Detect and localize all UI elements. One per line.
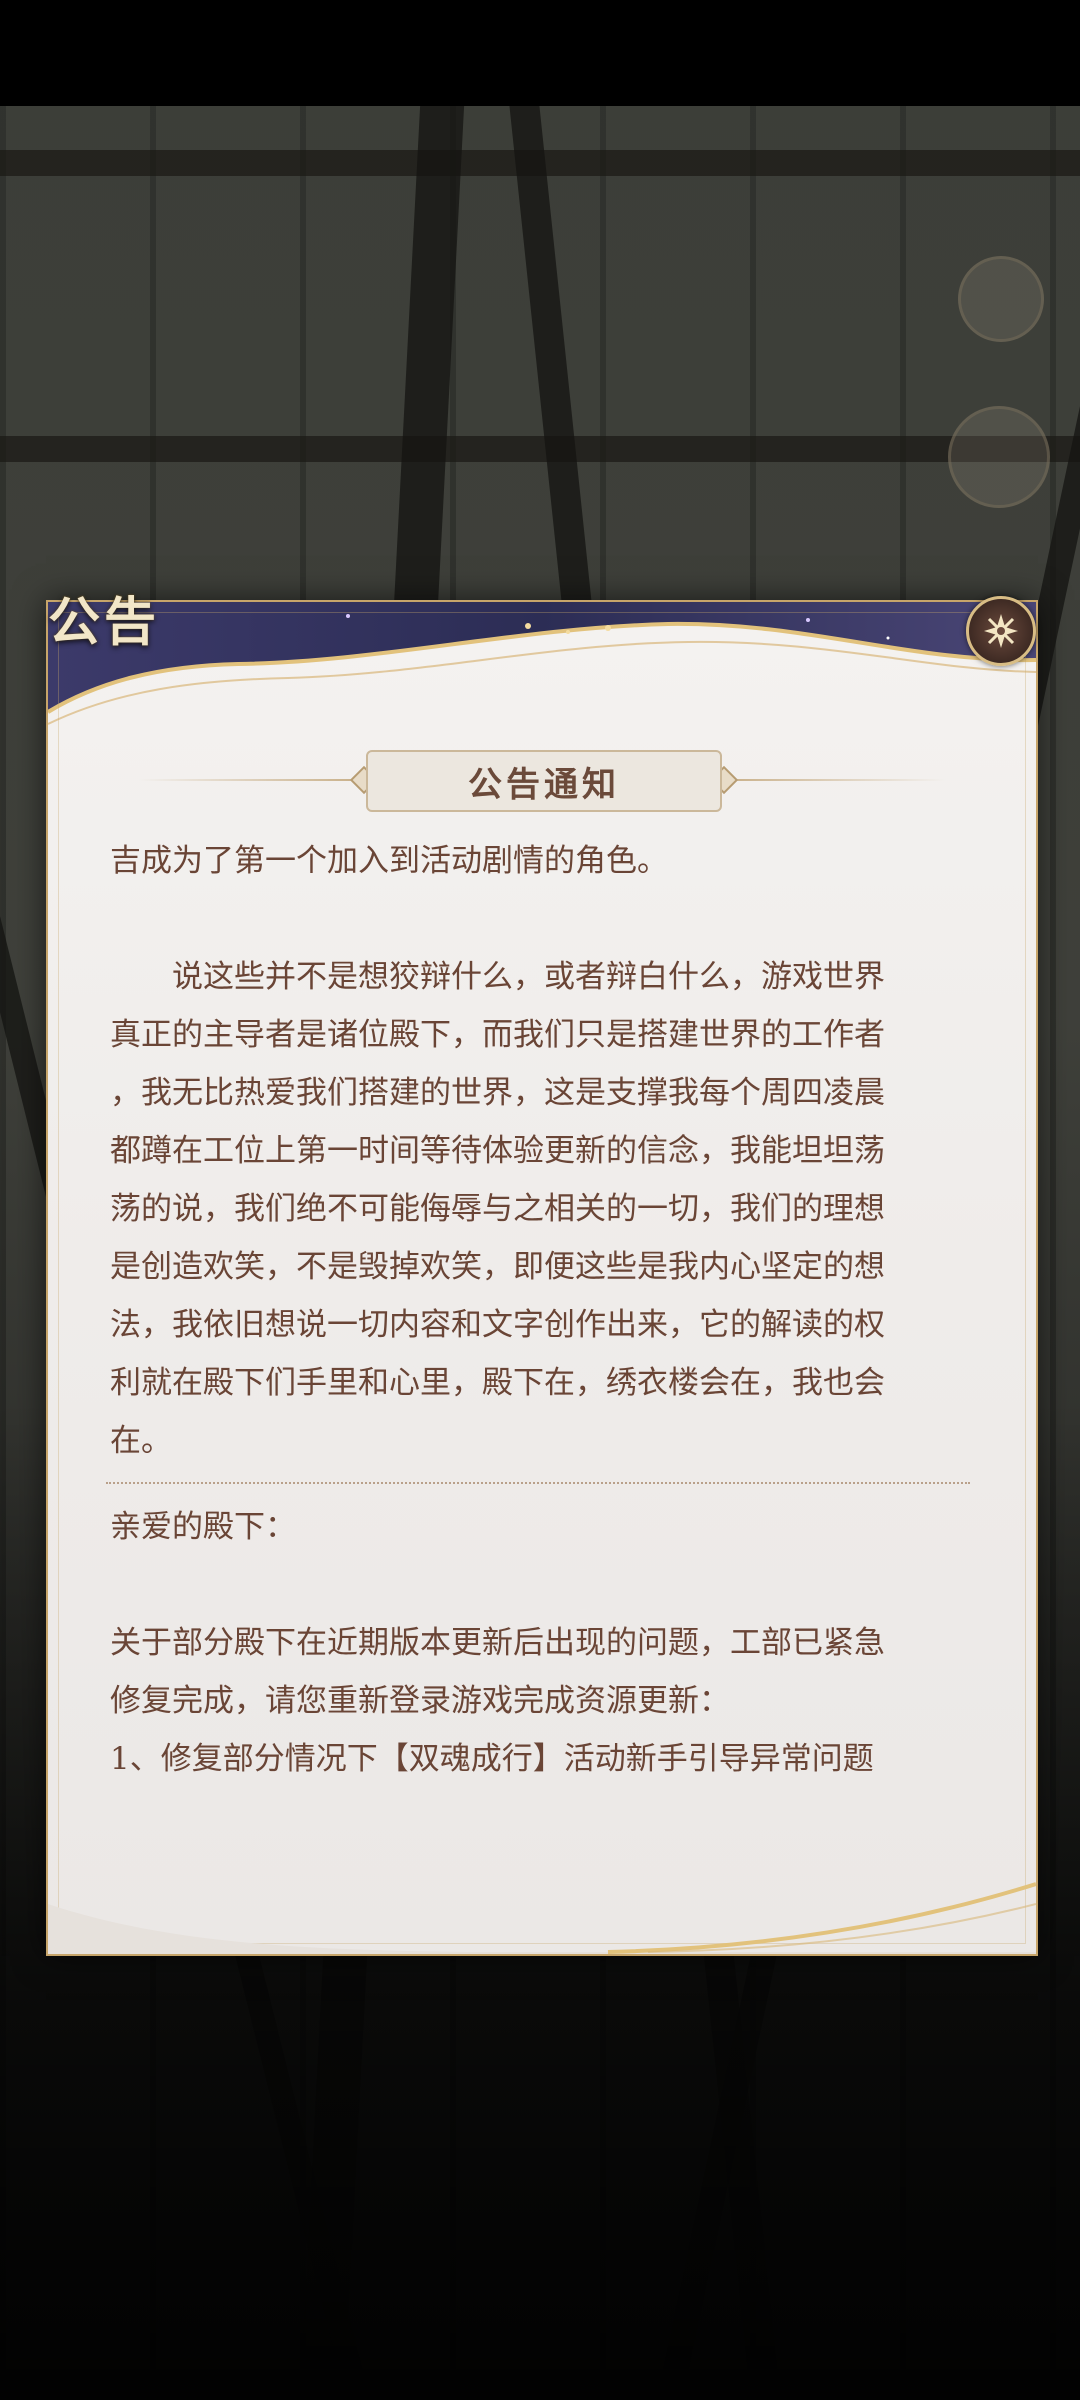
notice-title-banner: 公告通知 xyxy=(48,750,1036,812)
body-line: 在。 xyxy=(110,1423,172,1459)
footer-ornament xyxy=(48,1882,1036,1954)
status-bar xyxy=(0,0,1080,106)
body-line: 荡的说，我们绝不可能侮辱与之相关的一切，我们的理想 xyxy=(110,1191,885,1227)
update-line: 修复完成，请您重新登录游戏完成资源更新： xyxy=(110,1683,730,1719)
close-button[interactable] xyxy=(966,596,1036,666)
header-banner xyxy=(48,602,1036,725)
announcement-panel: 公告通知 吉成为了第一个加入到活动剧情的角色。 说这些并不是想狡辩什么，或者辩白… xyxy=(46,600,1038,1956)
notice-title: 公告通知 xyxy=(468,764,620,805)
greeting: 亲爱的殿下： xyxy=(110,1509,296,1545)
fix-item: 1、修复部分情况下【双魂成行】活动新手引导异常问题 xyxy=(110,1741,874,1777)
body-line: 法，我依旧想说一切内容和文字创作出来，它的解读的权 xyxy=(110,1307,885,1343)
body-line: 都蹲在工位上第一时间等待体验更新的信念，我能坦坦荡 xyxy=(110,1133,885,1169)
lantern-decoration xyxy=(958,256,1044,342)
section-divider xyxy=(106,1482,970,1484)
intro-paragraph: 吉成为了第一个加入到活动剧情的角色。 xyxy=(110,843,668,879)
body-line: 说这些并不是想狡辩什么，或者辩白什么，游戏世界 xyxy=(110,959,885,995)
body-line: ，我无比热爱我们搭建的世界，这是支撑我每个周四凌晨 xyxy=(110,1075,885,1111)
update-line: 关于部分殿下在近期版本更新后出现的问题，工部已紧急 xyxy=(110,1625,885,1661)
notice-content: 吉成为了第一个加入到活动剧情的角色。 说这些并不是想狡辩什么，或者辩白什么，游戏… xyxy=(106,832,978,1788)
announcement-tab-label: 公告 xyxy=(48,592,161,653)
close-icon xyxy=(984,614,1018,648)
body-line: 利就在殿下们手里和心里，殿下在，绣衣楼会在，我也会 xyxy=(110,1365,885,1401)
lantern-decoration xyxy=(948,406,1050,508)
body-line: 真正的主导者是诸位殿下，而我们只是搭建世界的工作者 xyxy=(110,1017,885,1053)
body-line: 是创造欢笑，不是毁掉欢笑，即便这些是我内心坚定的想 xyxy=(110,1249,885,1285)
